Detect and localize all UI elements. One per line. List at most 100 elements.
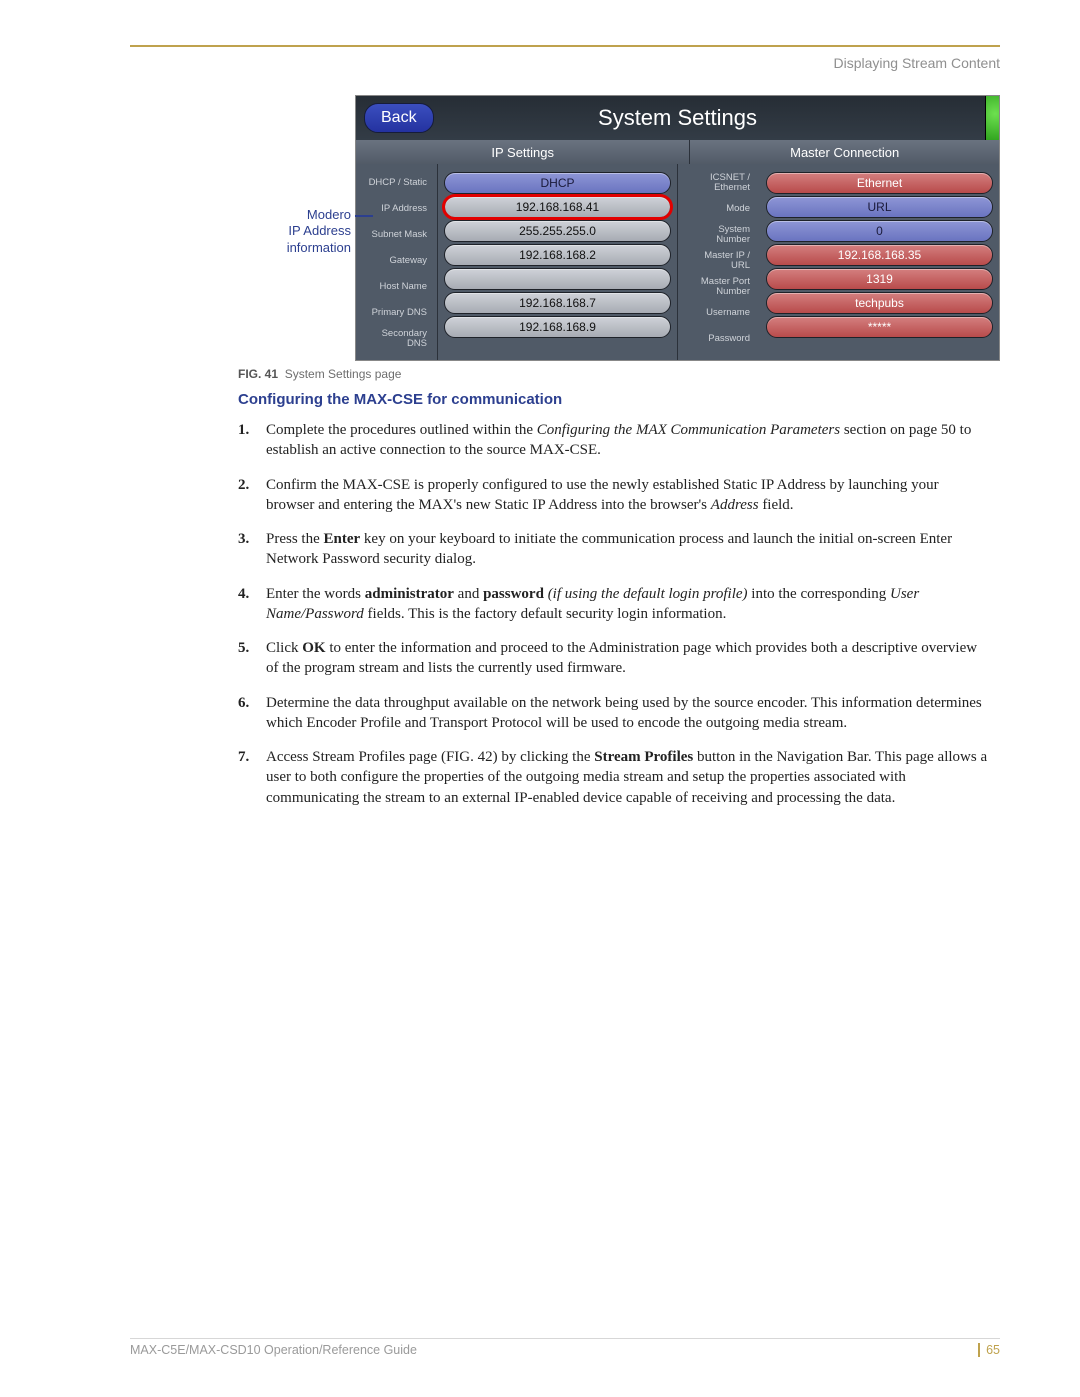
setting-label: Username <box>684 300 754 326</box>
step-span: Determine the data throughput available … <box>266 695 982 731</box>
setting-value-button[interactable]: 192.168.168.35 <box>766 244 993 266</box>
system-settings-screenshot: Back System Settings IP Settings Master … <box>355 95 1000 361</box>
setting-label: Master IP / URL <box>684 248 754 274</box>
step-span: Enter the words <box>266 586 365 602</box>
step-strong: Stream Profiles <box>594 749 693 765</box>
step-strong: OK <box>302 640 325 656</box>
step-text: Click OK to enter the information and pr… <box>266 638 990 679</box>
setting-value-button[interactable]: 255.255.255.0 <box>444 220 671 242</box>
annotation-line: IP Address <box>130 223 351 239</box>
step-strong: administrator <box>365 586 454 602</box>
step-span: Complete the procedures outlined within … <box>266 422 537 438</box>
step-number: 3. <box>238 529 266 570</box>
setting-label: Mode <box>684 196 754 222</box>
master-conn-header: Master Connection <box>690 140 999 164</box>
footer-doc-title: MAX-C5E/MAX-CSD10 Operation/Reference Gu… <box>130 1343 417 1357</box>
annotation-pointer <box>355 215 373 217</box>
step-text: Enter the words administrator and passwo… <box>266 584 990 625</box>
master-conn-labels: ICSNET / EthernetModeSystem NumberMaster… <box>678 164 760 360</box>
step-item: 3.Press the Enter key on your keyboard t… <box>238 529 990 570</box>
setting-label: DHCP / Static <box>362 170 431 196</box>
footer-page-number: 65 <box>978 1343 1000 1357</box>
setting-value-button[interactable]: 192.168.168.2 <box>444 244 671 266</box>
step-em: Configuring the MAX Communication Parame… <box>537 422 840 438</box>
setting-value-button[interactable]: 192.168.168.41 <box>444 196 671 218</box>
step-strong: password <box>483 586 544 602</box>
ip-settings-values: DHCP192.168.168.41255.255.255.0192.168.1… <box>438 164 678 360</box>
step-item: 6.Determine the data throughput availabl… <box>238 693 990 734</box>
annotation-line: information <box>130 240 351 256</box>
step-span: Press the <box>266 531 324 547</box>
setting-label: Host Name <box>362 274 431 300</box>
step-text: Press the Enter key on your keyboard to … <box>266 529 990 570</box>
step-number: 7. <box>238 747 266 808</box>
step-span: Access Stream Profiles page (FIG. 42) by… <box>266 749 594 765</box>
figure-caption: FIG. 41 System Settings page <box>238 367 1000 381</box>
back-button[interactable]: Back <box>364 103 434 133</box>
step-number: 6. <box>238 693 266 734</box>
step-span: into the corresponding <box>748 586 890 602</box>
setting-label: Gateway <box>362 248 431 274</box>
annotation-line: Modero <box>130 207 351 223</box>
step-number: 2. <box>238 475 266 516</box>
setting-value-button[interactable]: 0 <box>766 220 993 242</box>
step-item: 2.Confirm the MAX-CSE is properly config… <box>238 475 990 516</box>
step-item: 7.Access Stream Profiles page (FIG. 42) … <box>238 747 990 808</box>
caption-text: System Settings page <box>285 367 402 381</box>
setting-value-button[interactable]: techpubs <box>766 292 993 314</box>
setting-value-button[interactable]: ***** <box>766 316 993 338</box>
settings-columns: DHCP / StaticIP AddressSubnet MaskGatewa… <box>356 164 999 360</box>
setting-label: Primary DNS <box>362 300 431 326</box>
screenshot-title: System Settings <box>356 105 999 131</box>
setting-label: System Number <box>684 222 754 248</box>
setting-label: Password <box>684 326 754 352</box>
subheading: Configuring the MAX-CSE for communicatio… <box>238 391 1000 408</box>
setting-label: ICSNET / Ethernet <box>684 170 754 196</box>
step-text: Complete the procedures outlined within … <box>266 420 990 461</box>
setting-value-button[interactable]: 192.168.168.7 <box>444 292 671 314</box>
section-header: Displaying Stream Content <box>130 55 1000 71</box>
step-item: 5.Click OK to enter the information and … <box>238 638 990 679</box>
step-number: 4. <box>238 584 266 625</box>
setting-label: IP Address <box>362 196 431 222</box>
top-rule <box>130 45 1000 47</box>
setting-value-button[interactable]: URL <box>766 196 993 218</box>
ip-settings-labels: DHCP / StaticIP AddressSubnet MaskGatewa… <box>356 164 438 360</box>
ip-settings-header: IP Settings <box>356 140 690 164</box>
setting-value-button[interactable]: Ethernet <box>766 172 993 194</box>
screenshot-header: Back System Settings <box>356 96 999 140</box>
setting-value-button[interactable]: DHCP <box>444 172 671 194</box>
steps-list: 1.Complete the procedures outlined withi… <box>238 420 1000 808</box>
setting-value-button[interactable]: 1319 <box>766 268 993 290</box>
step-number: 1. <box>238 420 266 461</box>
document-page: Displaying Stream Content Modero IP Addr… <box>0 0 1080 1397</box>
step-text: Determine the data throughput available … <box>266 693 990 734</box>
step-item: 1.Complete the procedures outlined withi… <box>238 420 990 461</box>
step-strong: Enter <box>324 531 361 547</box>
step-span: key on your keyboard to initiate the com… <box>266 531 952 567</box>
setting-label: Subnet Mask <box>362 222 431 248</box>
step-span: to enter the information and proceed to … <box>266 640 977 676</box>
step-number: 5. <box>238 638 266 679</box>
step-text: Confirm the MAX-CSE is properly configur… <box>266 475 990 516</box>
status-indicator-icon[interactable] <box>985 96 999 140</box>
step-span: Confirm the MAX-CSE is properly configur… <box>266 477 939 513</box>
section-headers: IP Settings Master Connection <box>356 140 999 164</box>
figure-annotation: Modero IP Address information <box>130 95 355 256</box>
step-span: and <box>454 586 483 602</box>
step-item: 4.Enter the words administrator and pass… <box>238 584 990 625</box>
step-em: (if using the default login profile) <box>548 586 748 602</box>
step-span: field. <box>759 497 794 513</box>
caption-prefix: FIG. 41 <box>238 367 278 381</box>
setting-value-button[interactable]: 192.168.168.9 <box>444 316 671 338</box>
setting-value-button[interactable] <box>444 268 671 290</box>
setting-label: Master Port Number <box>684 274 754 300</box>
master-conn-values: EthernetURL0192.168.168.351319techpubs**… <box>760 164 999 360</box>
step-text: Access Stream Profiles page (FIG. 42) by… <box>266 747 990 808</box>
figure: Modero IP Address information Back Syste… <box>130 95 1000 361</box>
page-footer: MAX-C5E/MAX-CSD10 Operation/Reference Gu… <box>130 1338 1000 1357</box>
step-em: Address <box>711 497 759 513</box>
step-span: fields. This is the factory default secu… <box>364 606 727 622</box>
setting-label: Secondary DNS <box>362 326 431 352</box>
step-span: Click <box>266 640 302 656</box>
